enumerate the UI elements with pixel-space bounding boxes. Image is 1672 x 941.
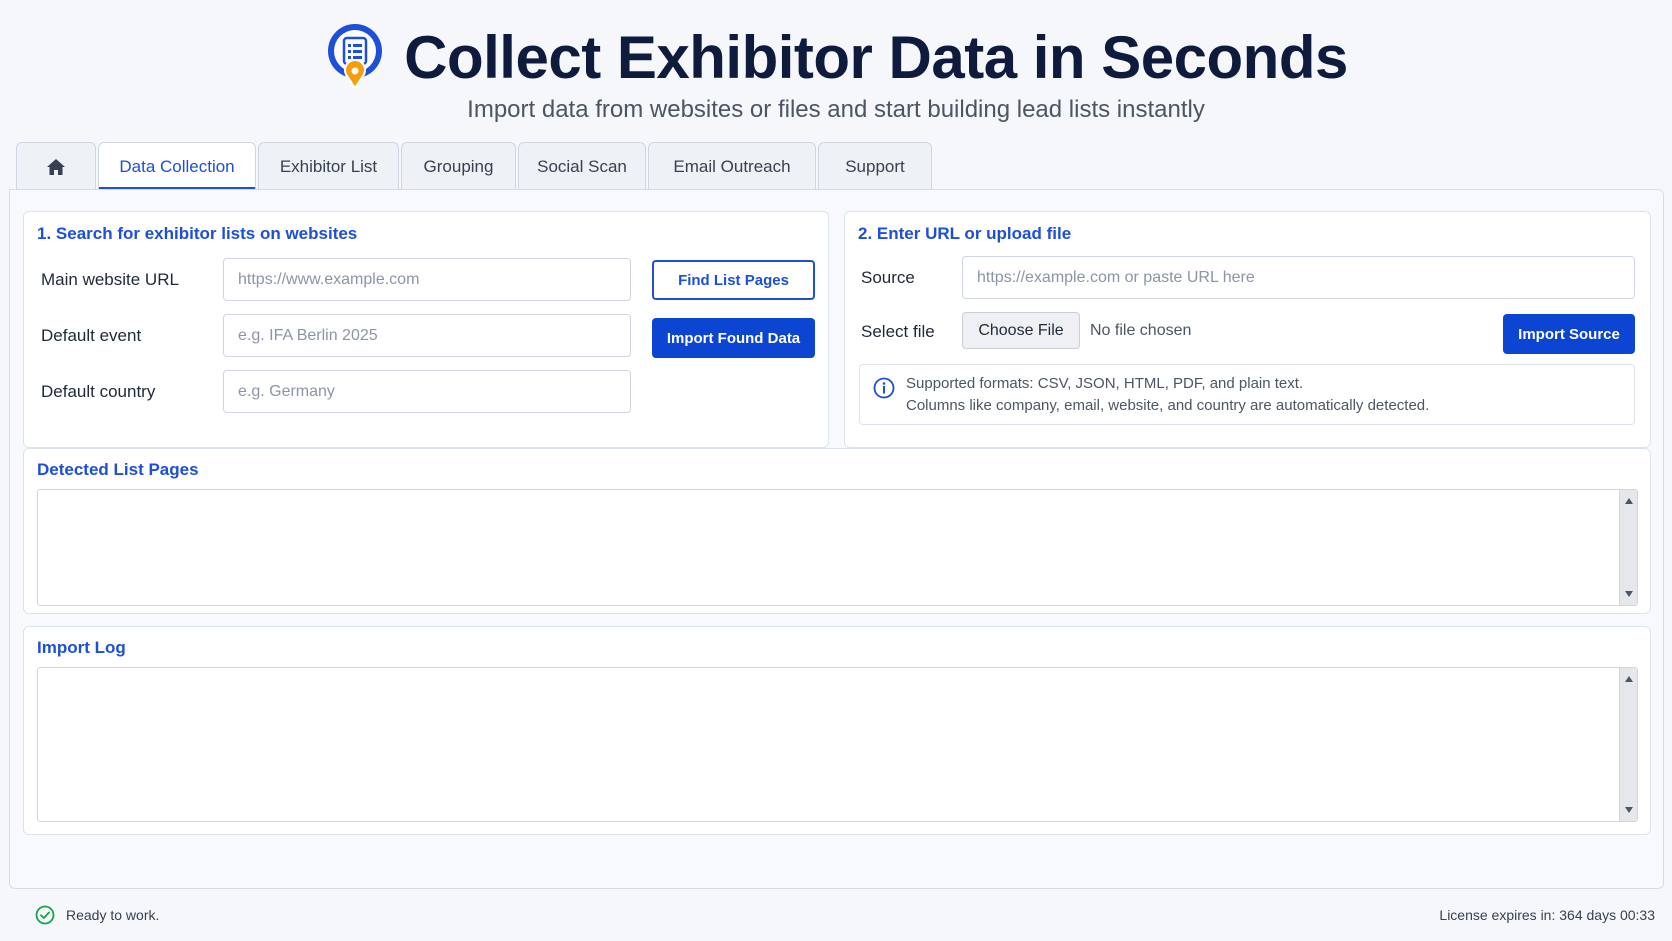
select-file-label: Select file [861,322,935,341]
hero-header: Collect Exhibitor Data in Seconds Import… [0,0,1672,140]
hero-title-row: Collect Exhibitor Data in Seconds [0,22,1672,92]
scroll-down-arrow-icon[interactable] [1625,807,1633,813]
import-log-panel: Import Log [23,626,1651,835]
tab-home[interactable] [16,142,96,190]
search-websites-panel: 1. Search for exhibitor lists on website… [23,211,829,448]
supported-formats-info: Supported formats: CSV, JSON, HTML, PDF,… [859,364,1635,425]
info-icon [873,377,895,399]
data-collection-panel: 1. Search for exhibitor lists on website… [9,189,1664,889]
main-tabs: Data Collection Exhibitor List Grouping … [16,142,932,190]
list-location-pin-icon [328,24,383,90]
choose-file-button[interactable]: Choose File [962,312,1080,349]
import-found-data-button[interactable]: Import Found Data [652,318,815,358]
tab-email-outreach[interactable]: Email Outreach [648,142,816,190]
source-panel-title: 2. Enter URL or upload file [858,224,1072,243]
license-expiry: License expires in: 364 days 00:33 [1439,907,1655,923]
scroll-down-arrow-icon[interactable] [1625,591,1633,597]
status-bar: Ready to work. License expires in: 364 d… [9,890,1664,941]
default-country-input[interactable] [223,370,631,413]
import-log-title: Import Log [37,638,126,657]
detected-pages-list[interactable] [37,489,1638,606]
source-upload-panel: 2. Enter URL or upload file Source Selec… [844,211,1651,448]
page-subtitle: Import data from websites or files and s… [467,96,1205,123]
tab-support[interactable]: Support [818,142,932,190]
detected-pages-scrollbar[interactable] [1619,490,1637,605]
search-panel-title: 1. Search for exhibitor lists on website… [37,224,358,243]
scroll-up-arrow-icon[interactable] [1625,676,1633,682]
info-text-line1: Supported formats: CSV, JSON, HTML, PDF,… [906,375,1304,392]
tab-social-scan[interactable]: Social Scan [518,142,646,190]
main-url-label: Main website URL [41,270,179,289]
file-chosen-status: No file chosen [1090,322,1192,339]
detected-list-pages-panel: Detected List Pages [23,448,1651,614]
scroll-up-arrow-icon[interactable] [1625,498,1633,504]
import-source-button[interactable]: Import Source [1503,314,1635,354]
tab-exhibitor-list[interactable]: Exhibitor List [258,142,399,190]
home-icon [47,158,65,175]
tab-grouping[interactable]: Grouping [401,142,516,190]
default-country-label: Default country [41,382,156,401]
default-event-input[interactable] [223,314,631,357]
source-label: Source [861,268,915,287]
default-event-label: Default event [41,326,142,345]
import-log-scrollbar[interactable] [1619,668,1637,821]
find-list-pages-button[interactable]: Find List Pages [652,260,815,300]
page-title: Collect Exhibitor Data in Seconds [404,23,1348,91]
tab-data-collection[interactable]: Data Collection [98,142,256,190]
status-message: Ready to work. [66,907,160,923]
import-log-area[interactable] [37,667,1638,822]
main-url-input[interactable] [223,258,631,301]
check-circle-icon [35,905,55,925]
info-text-line2: Columns like company, email, website, an… [906,397,1430,414]
source-url-input[interactable] [962,256,1635,299]
detected-list-pages-title: Detected List Pages [37,460,199,479]
